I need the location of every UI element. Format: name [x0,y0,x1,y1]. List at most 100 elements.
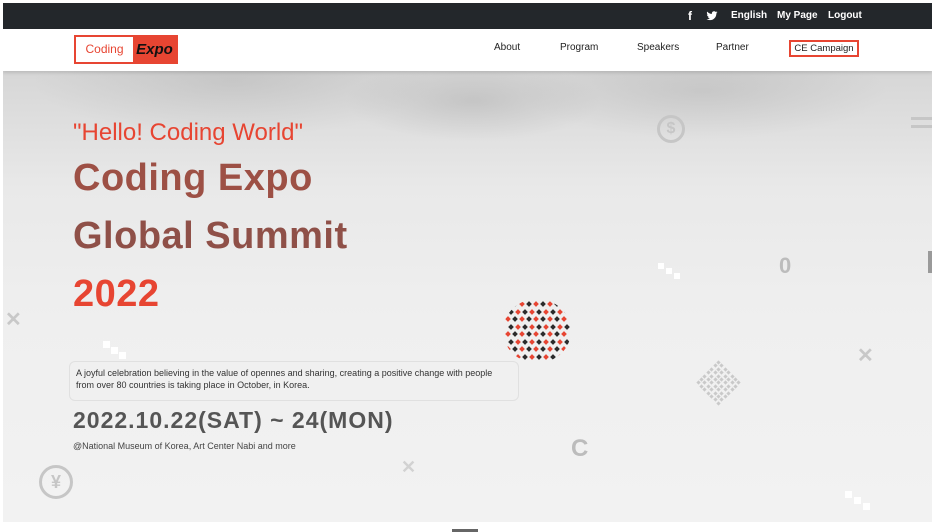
hero-title-line-1: Coding Expo [73,157,313,199]
pattern-dot [519,301,525,307]
scrollbar-thumb[interactable] [928,251,932,273]
hero-title-line-2: Global Summit [73,215,348,257]
pattern-dot [554,301,560,307]
patterned-circle-graphic [503,299,571,363]
pattern-dot [512,301,518,307]
ce-campaign-button[interactable]: CE Campaign [789,40,859,57]
pattern-dot [547,331,553,337]
logo-text-expo: Expo [133,37,176,62]
yen-coin-icon: ¥ [39,465,73,499]
pattern-dot [533,346,539,352]
pattern-dot [554,316,560,322]
equals-icon [911,117,932,129]
diamond-dot [726,390,731,396]
pattern-dot [561,346,567,352]
pattern-dot [547,346,553,352]
pattern-dot [547,301,553,307]
cross-icon: ✕ [5,309,22,331]
pattern-dot [522,308,528,315]
event-dates: 2022.10.22(SAT) ~ 24(MON) [73,407,394,433]
pattern-dot [564,308,570,315]
language-link[interactable]: English [731,3,767,29]
twitter-icon[interactable] [706,3,718,29]
pattern-dot [515,353,521,360]
pattern-dot [526,316,532,322]
pattern-dot [512,316,518,322]
pattern-dot [550,308,556,315]
diamond-dot [719,370,725,375]
pixel-steps-icon [658,263,682,279]
pattern-dot [554,346,560,352]
zero-symbol-icon: 0 [779,253,792,278]
hero-section: $ ¥ 0 C ✕ ✕ ✕ "Hello! Coding World" Codi… [3,71,932,522]
pattern-dot [505,316,511,322]
pattern-dot [508,308,514,315]
pattern-dot [529,323,535,330]
pattern-dot [540,331,546,337]
pattern-dot [526,301,532,307]
site-logo[interactable]: Coding Expo [74,35,178,64]
dollar-coin-icon: $ [657,115,685,143]
pattern-dot [505,301,511,307]
nav-item-program[interactable]: Program [560,29,598,71]
pattern-dot [529,353,535,360]
pattern-dot [536,323,542,330]
browser-viewport: f English My Page Logout Coding Expo Abo… [3,3,932,522]
pattern-dot [533,331,539,337]
logout-link[interactable]: Logout [828,3,862,29]
pattern-dot [557,323,563,330]
diamond-dot [729,387,735,392]
pattern-dot [526,331,532,337]
pattern-dot [519,346,525,352]
pattern-dot [536,338,542,345]
diamond-dot [709,373,714,379]
pixel-steps-icon [103,341,127,359]
cross-icon: ✕ [401,457,417,477]
pattern-dot [522,323,528,330]
pattern-dot [564,353,570,360]
pattern-dot [519,331,525,337]
pattern-dot [533,301,539,307]
pattern-dot [515,308,521,315]
pattern-dot [512,331,518,337]
top-utility-bar: f English My Page Logout [3,3,932,29]
pattern-dot [547,316,553,322]
pattern-dot [515,338,521,345]
nav-item-about[interactable]: About [494,29,520,71]
logo-text-coding: Coding [76,37,133,62]
pattern-dot [512,346,518,352]
pattern-dot [540,316,546,322]
pattern-dot [526,346,532,352]
diamond-dot [736,380,742,386]
nav-item-speakers[interactable]: Speakers [637,29,679,71]
main-navigation: Coding Expo About Program Speakers Partn… [3,29,932,71]
diamond-dot [709,380,714,386]
pattern-dot [522,338,528,345]
pattern-dot [536,308,542,315]
pattern-dot [561,301,567,307]
nav-item-partner[interactable]: Partner [716,29,749,71]
diamond-dot [702,380,708,386]
pattern-dot [557,338,563,345]
diamond-dot [716,401,721,406]
pattern-dot [543,353,549,360]
diamond-dot [712,370,718,375]
pattern-dot [533,316,539,322]
pattern-dot [540,301,546,307]
pattern-dot [529,338,535,345]
pattern-dot [550,353,556,360]
facebook-icon[interactable]: f [688,3,692,29]
diamond-dot [733,384,738,389]
yen-symbol: ¥ [50,472,61,492]
pattern-dot [564,338,570,345]
pattern-dot [543,323,549,330]
pattern-dot [557,308,563,315]
pattern-dot [536,353,542,360]
mypage-link[interactable]: My Page [777,3,818,29]
cross-icon: ✕ [857,345,874,367]
hero-greeting: "Hello! Coding World" [73,119,304,146]
diamond-dot [702,387,708,392]
pattern-dot [519,316,525,322]
diamond-dot [719,363,725,369]
pattern-dot [508,323,514,330]
